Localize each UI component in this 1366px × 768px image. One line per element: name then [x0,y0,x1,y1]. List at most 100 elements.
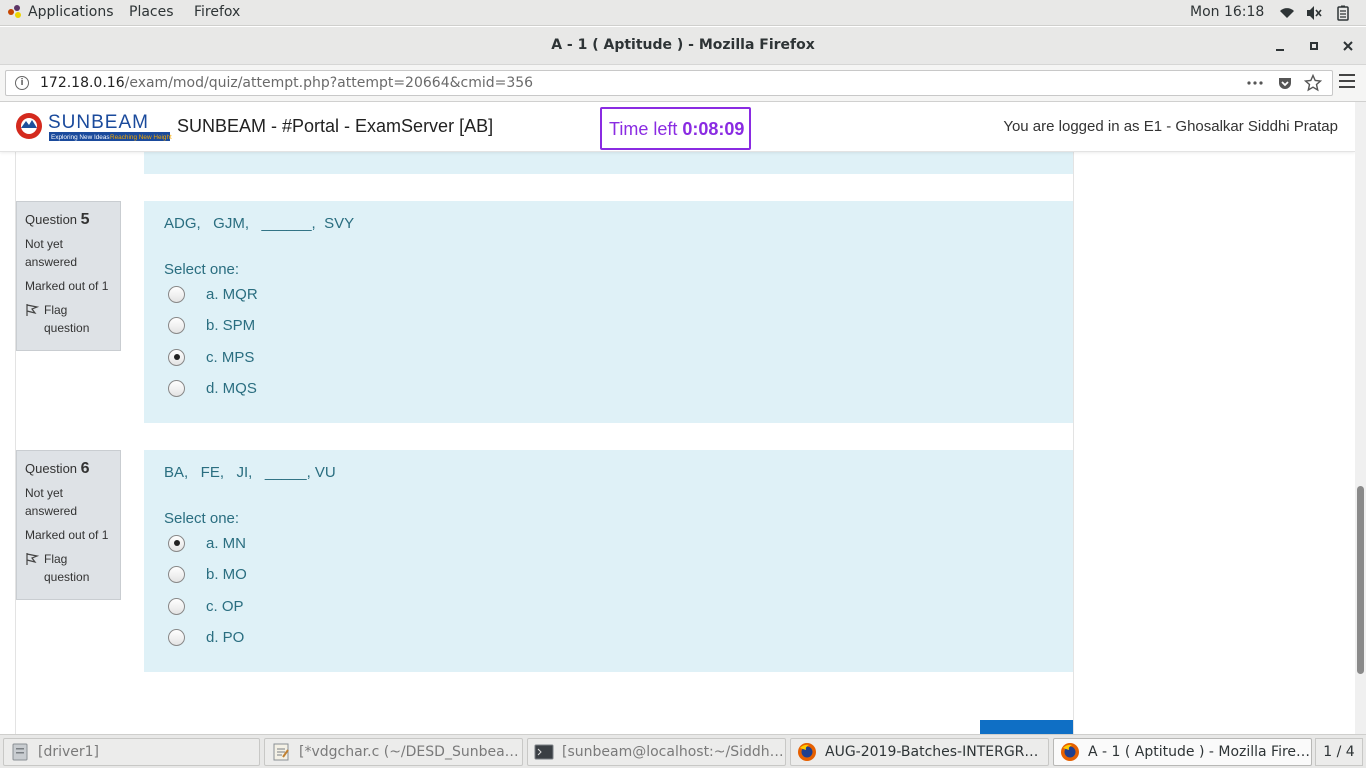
select-one-prompt: Select one: [164,510,240,527]
answer-label[interactable]: a. MQR [206,286,258,303]
answer-option-d[interactable]: d. PO [168,627,244,647]
task-label: AUG-2019-Batches-INTERGROUP_... [825,744,1048,760]
task-firefox-intergroup[interactable]: AUG-2019-Batches-INTERGROUP_... [790,738,1049,766]
radio-button[interactable] [168,565,185,583]
flag-question-button[interactable]: Flag question [25,550,112,586]
minimize-button[interactable] [1272,38,1288,54]
select-one-prompt: Select one: [164,261,240,278]
answer-label[interactable]: c. OP [206,598,244,615]
question-text: BA, FE, JI, _____, VU [164,464,336,481]
wifi-icon[interactable] [1279,5,1295,21]
question-content-6: BA, FE, JI, _____, VU Select one: a. MN … [144,450,1073,672]
task-label: [driver1] [38,744,100,760]
flag-label: Flag question [44,303,90,335]
maximize-icon [1310,42,1318,50]
radio-button[interactable] [168,379,185,397]
answer-option-b[interactable]: b. MO [168,564,247,584]
battery-icon[interactable] [1335,5,1351,21]
applications-menu[interactable]: Applications [8,4,114,20]
clock[interactable]: Mon 16:18 [1190,4,1264,20]
close-button[interactable] [1340,38,1356,54]
task-driver1[interactable]: [driver1] [3,738,260,766]
answer-label[interactable]: b. SPM [206,317,255,334]
login-info[interactable]: You are logged in as E1 - Ghosalkar Sidd… [1003,118,1338,135]
timer-label: Time left [609,119,678,139]
quiz-timer: Time left 0:08:09 [600,107,751,150]
page-viewport: SUNBEAM Exploring New Ideas Reaching New… [0,102,1355,734]
answer-option-b[interactable]: b. SPM [168,315,255,335]
svg-text:SUNBEAM: SUNBEAM [48,112,149,133]
answer-option-a[interactable]: a. MQR [168,284,258,304]
bookmark-star-icon[interactable] [1303,73,1323,92]
radio-button[interactable] [168,285,185,303]
site-name[interactable]: SUNBEAM - #Portal - ExamServer [AB] [177,116,493,137]
window-list-taskbar: [driver1] [*vdgchar.c (~/DESD_Sunbeam/ld… [0,734,1366,768]
answer-option-d[interactable]: d. MQS [168,378,257,398]
task-label: A - 1 ( Aptitude ) - Mozilla Firefox [1088,744,1311,760]
question-content-5: ADG, GJM, ______, SVY Select one: a. MQR… [144,201,1073,423]
svg-text:Reaching New Heights: Reaching New Heights [110,134,172,141]
task-firefox-aptitude[interactable]: A - 1 ( Aptitude ) - Mozilla Firefox [1053,738,1312,766]
url-text[interactable]: 172.18.0.16/exam/mod/quiz/attempt.php?at… [40,75,533,91]
text-editor-icon [273,743,289,761]
question-number: Question 5 [25,211,90,228]
answer-option-a[interactable]: a. MN [168,533,246,553]
site-info-icon[interactable]: i [15,76,29,90]
task-text-editor[interactable]: [*vdgchar.c (~/DESD_Sunbeam/ldd/... [264,738,523,766]
radio-button[interactable] [168,628,185,646]
timer-value: 0:08:09 [682,119,745,139]
workspace-indicator[interactable]: 1 / 4 [1315,738,1363,766]
answer-label[interactable]: a. MN [206,535,246,552]
answer-label[interactable]: d. PO [206,629,244,646]
question-info-6: Question 6 Not yet answered Marked out o… [16,450,121,600]
answer-option-c[interactable]: c. OP [168,596,244,616]
applications-label: Applications [28,4,114,20]
answer-label[interactable]: b. MO [206,566,247,583]
url-bar[interactable]: i 172.18.0.16/exam/mod/quiz/attempt.php?… [5,70,1333,96]
vertical-scrollbar[interactable] [1355,102,1366,734]
url-host: 172.18.0.16 [40,75,125,91]
terminal-icon [534,744,554,760]
question-number: Question 6 [25,460,90,477]
question-text: ADG, GJM, ______, SVY [164,215,355,232]
answer-label[interactable]: d. MQS [206,380,257,397]
radio-button-selected[interactable] [168,534,185,552]
task-label: [sunbeam@localhost:~/Siddhi/LDD/... [562,744,785,760]
firefox-app-menu[interactable]: Firefox [194,4,240,20]
sunbeam-logo[interactable]: SUNBEAM Exploring New Ideas Reaching New… [14,109,172,147]
url-path: /exam/mod/quiz/attempt.php?attempt=20664… [124,75,534,91]
question-state: Not yet answered [25,237,78,269]
radio-button-selected[interactable] [168,348,185,366]
question-info-5: Question 5 Not yet answered Marked out o… [16,201,121,351]
close-icon [1343,41,1353,51]
radio-button[interactable] [168,597,185,615]
pocket-icon[interactable] [1276,74,1294,92]
menu-hamburger-icon[interactable] [1339,74,1355,90]
window-title: A - 1 ( Aptitude ) - Mozilla Firefox [551,37,815,53]
minimize-icon [1276,49,1284,51]
flag-label: Flag question [44,552,90,584]
radio-button[interactable] [168,316,185,334]
svg-text:Exploring New Ideas: Exploring New Ideas [51,134,110,141]
answer-option-c[interactable]: c. MPS [168,347,254,367]
navigation-toolbar: i 172.18.0.16/exam/mod/quiz/attempt.php?… [0,65,1366,102]
maximize-button[interactable] [1306,38,1322,54]
next-page-button[interactable] [980,720,1073,734]
scrollbar-thumb[interactable] [1357,486,1364,674]
firefox-icon [1061,743,1079,761]
file-manager-icon [12,743,28,761]
task-label: [*vdgchar.c (~/DESD_Sunbeam/ldd/... [299,744,522,760]
flag-icon [26,553,39,565]
answer-label[interactable]: c. MPS [206,349,254,366]
site-header: SUNBEAM Exploring New Ideas Reaching New… [0,102,1355,152]
flag-icon [26,304,39,316]
firefox-icon [798,743,816,761]
task-terminal[interactable]: [sunbeam@localhost:~/Siddhi/LDD/... [527,738,786,766]
question-grade: Marked out of 1 [25,528,109,542]
question-state: Not yet answered [25,486,78,518]
page-actions-icon[interactable] [1246,74,1264,92]
flag-question-button[interactable]: Flag question [25,301,112,337]
volume-muted-icon[interactable] [1306,5,1322,21]
places-menu[interactable]: Places [129,4,174,20]
question-grade: Marked out of 1 [25,279,109,293]
